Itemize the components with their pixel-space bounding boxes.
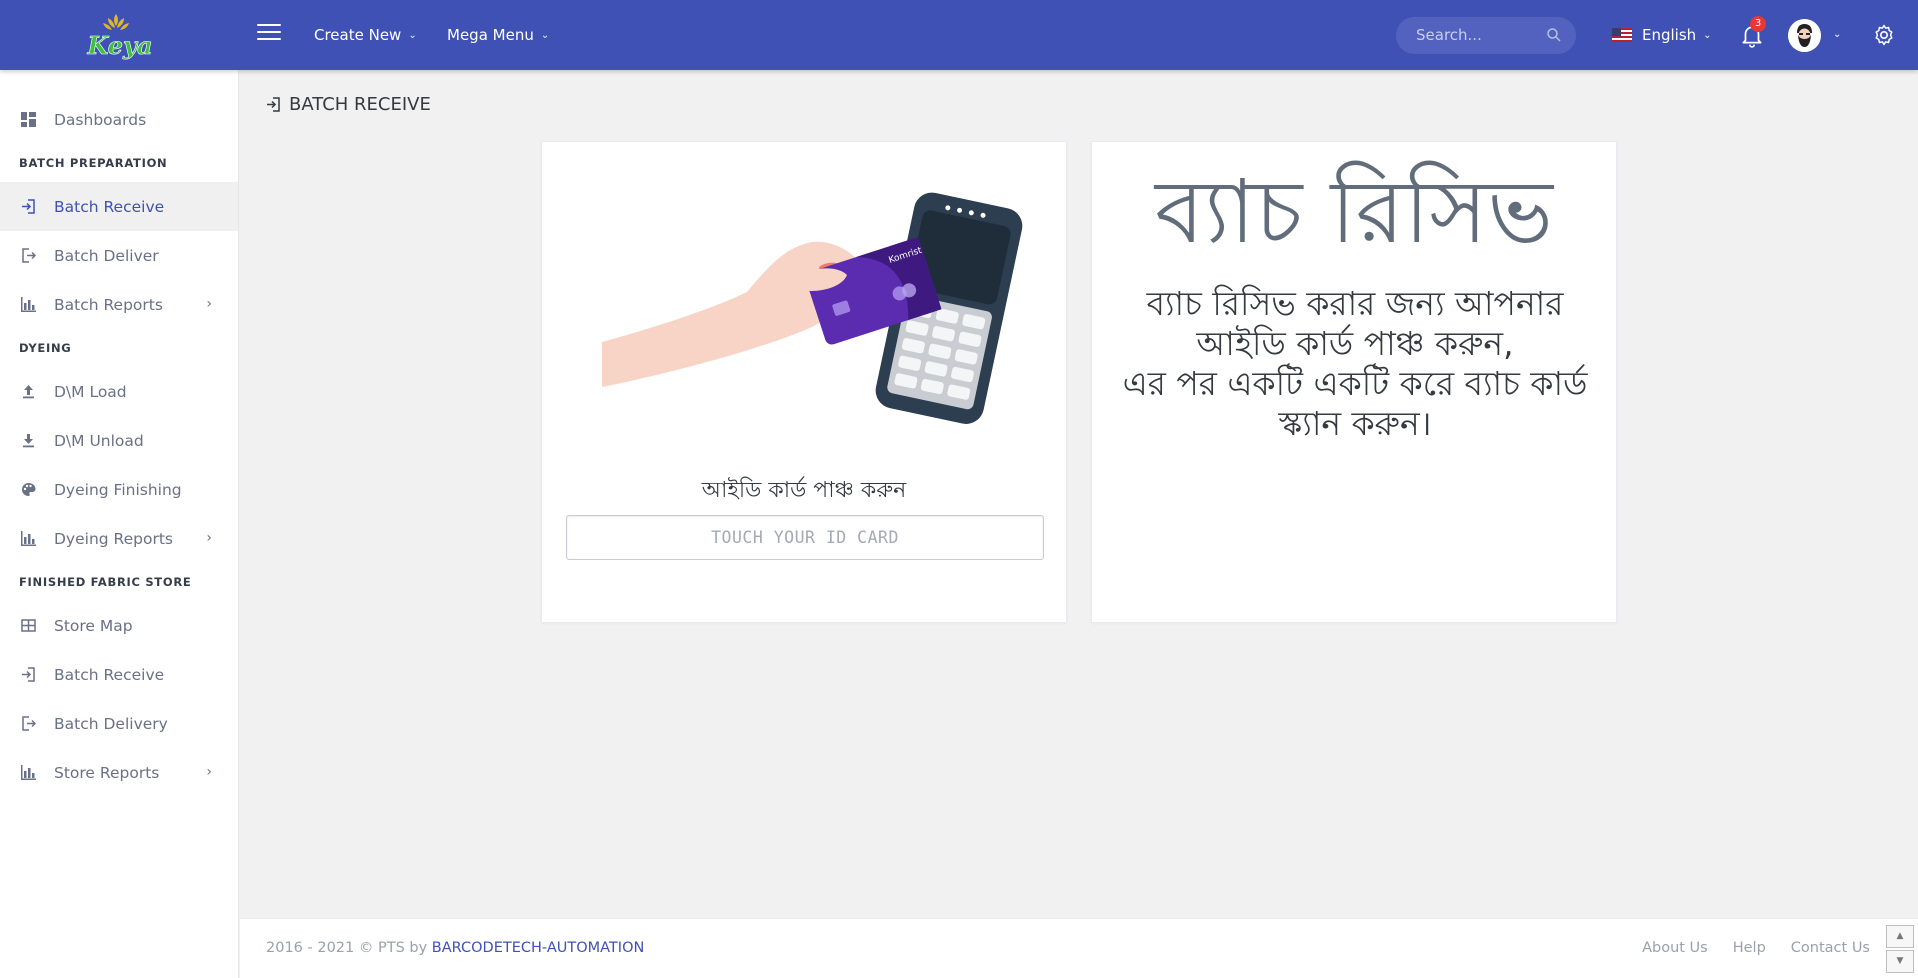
language-selector[interactable]: English ⌄ — [1612, 0, 1712, 70]
create-new-label: Create New — [314, 26, 402, 44]
chevron-down-icon: ⌄ — [540, 29, 550, 41]
sidebar-item-store-map[interactable]: Store Map — [0, 601, 238, 650]
login-icon — [22, 667, 35, 682]
avatar-icon — [1788, 19, 1821, 52]
scroll-up-button[interactable]: ▲ — [1886, 925, 1914, 948]
sidebar-item-store-reports[interactable]: Store Reports › — [0, 748, 238, 797]
search-placeholder: Search... — [1416, 26, 1482, 44]
copyright-text: 2016 - 2021 © PTS by — [266, 940, 428, 956]
mega-menu[interactable]: Mega Menu ⌄ — [447, 0, 549, 70]
login-icon — [267, 97, 280, 112]
sidebar-item-batch-deliver[interactable]: Batch Deliver — [0, 231, 238, 280]
sidebar-item-dashboards[interactable]: Dashboards — [0, 95, 238, 144]
page-title-text: BATCH RECEIVE — [289, 94, 431, 115]
instructions-line-1: ব্যাচ রিসিভ করার জন্য আপনার আইডি কার্ড প… — [1146, 284, 1564, 363]
sidebar-item-label: Store Map — [54, 616, 133, 635]
id-card-panel: Komrist আইডি কার্ড পাঞ্চ করুন — [541, 141, 1067, 623]
scroll-controls: ▲ ▼ — [1886, 925, 1914, 975]
id-card-label: আইডি কার্ড পাঞ্চ করুন — [701, 478, 907, 503]
section-title-finished-fabric-store: FINISHED FABRIC STORE — [19, 575, 192, 589]
sidebar-item-batch-reports[interactable]: Batch Reports › — [0, 280, 238, 329]
chevron-down-icon: ⌄ — [408, 29, 417, 41]
help-link[interactable]: Help — [1733, 940, 1766, 956]
sidebar-item-dm-unload[interactable]: D\M Unload — [0, 416, 238, 465]
sidebar-item-label: D\M Unload — [54, 431, 144, 450]
sidebar-item-batch-delivery[interactable]: Batch Delivery — [0, 699, 238, 748]
footer: 2016 - 2021 © PTS by BARCODETECH-AUTOMAT… — [240, 918, 1918, 978]
bar-chart-icon — [21, 297, 36, 312]
sidebar-item-label: Batch Delivery — [54, 714, 168, 733]
bar-chart-icon — [21, 765, 36, 780]
upload-icon — [23, 385, 34, 399]
company-link[interactable]: BARCODETECH-AUTOMATION — [432, 940, 645, 956]
sidebar-item-dyeing-finishing[interactable]: Dyeing Finishing — [0, 465, 238, 514]
search-icon[interactable] — [1546, 27, 1562, 43]
card-tap-illustration: Komrist — [602, 192, 1023, 424]
instructions-title: ব্যাচ রিসিভ — [1155, 160, 1553, 263]
instructions-line-2: এর পর একটি একটি করে ব্যাচ কার্ড স্ক্যান … — [1122, 364, 1588, 443]
dashboard-icon — [21, 112, 36, 127]
grid-icon — [21, 619, 36, 632]
logo-text: Keya — [86, 31, 152, 60]
sidebar-item-dyeing-reports[interactable]: Dyeing Reports › — [0, 514, 238, 563]
keya-logo[interactable]: Keya — [70, 10, 170, 60]
contact-us-link[interactable]: Contact Us — [1791, 940, 1870, 956]
login-icon — [22, 199, 35, 214]
sidebar-item-label: Dyeing Finishing — [54, 480, 182, 499]
chevron-right-icon: › — [206, 530, 212, 546]
chevron-right-icon: › — [206, 764, 212, 780]
about-us-link[interactable]: About Us — [1642, 940, 1708, 956]
sidebar-item-store-batch-receive[interactable]: Batch Receive — [0, 650, 238, 699]
chevron-down-icon[interactable]: ⌄ — [1833, 29, 1841, 40]
mega-menu-label: Mega Menu — [447, 26, 534, 44]
instructions-panel: ব্যাচ রিসিভ ব্যাচ রিসিভ করার জন্য আপনার … — [1091, 141, 1617, 623]
sidebar-item-batch-receive[interactable]: Batch Receive — [0, 182, 238, 231]
language-label: English — [1642, 26, 1697, 44]
instructions-text: ব্যাচ রিসিভ করার জন্য আপনার আইডি কার্ড প… — [1112, 284, 1598, 444]
sidebar-item-label: Dashboards — [54, 110, 147, 129]
notification-badge: 3 — [1750, 16, 1766, 32]
chevron-down-icon: ⌄ — [1703, 29, 1712, 41]
user-avatar[interactable] — [1788, 19, 1821, 52]
sidebar-item-dm-load[interactable]: D\M Load — [0, 367, 238, 416]
menu-toggle-button[interactable] — [257, 24, 281, 44]
sidebar-item-label: D\M Load — [54, 382, 127, 401]
footer-links: About Us Help Contact Us — [1642, 940, 1870, 956]
gear-icon[interactable] — [1872, 23, 1896, 47]
create-new-menu[interactable]: Create New ⌄ — [314, 0, 417, 70]
sidebar-item-label: Store Reports — [54, 763, 160, 782]
logout-icon — [22, 248, 36, 263]
chevron-right-icon: › — [206, 296, 212, 312]
section-title-dyeing: DYEING — [19, 341, 72, 355]
page-title: BATCH RECEIVE — [266, 94, 431, 115]
sidebar-item-label: Batch Reports — [54, 295, 163, 314]
id-card-input[interactable] — [566, 515, 1044, 560]
sidebar-item-label: Dyeing Reports — [54, 529, 173, 548]
sidebar-item-label: Batch Receive — [54, 665, 165, 684]
section-title-batch-preparation: BATCH PREPARATION — [19, 156, 168, 170]
sidebar-item-label: Batch Receive — [54, 197, 165, 216]
top-navbar: Keya Create New ⌄ Mega Menu ⌄ Search... … — [0, 0, 1918, 70]
us-flag-icon — [1612, 28, 1632, 42]
sidebar-item-label: Batch Deliver — [54, 246, 159, 265]
footer-copyright: 2016 - 2021 © PTS by BARCODETECH-AUTOMAT… — [266, 940, 644, 956]
sidebar: Dashboards BATCH PREPARATION Batch Recei… — [0, 70, 239, 978]
palette-icon — [22, 483, 36, 496]
search-input[interactable]: Search... — [1396, 17, 1576, 54]
bar-chart-icon — [21, 531, 36, 546]
scroll-down-button[interactable]: ▼ — [1886, 950, 1914, 973]
logout-icon — [22, 716, 36, 731]
download-icon — [23, 434, 34, 448]
